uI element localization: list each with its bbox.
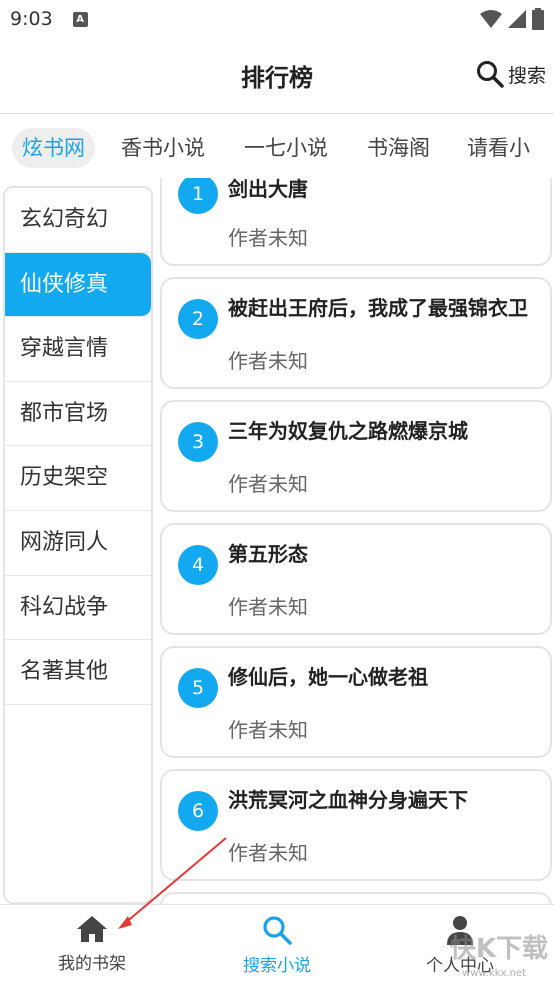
book-author: 作者未知 xyxy=(228,718,308,742)
source-tabs: 炫书网 香书小说 一七小说 书海阁 请看小 xyxy=(0,114,554,180)
book-card[interactable]: 4 第五形态 作者未知 xyxy=(160,523,552,635)
wifi-icon xyxy=(480,10,502,28)
tab-xuanshu[interactable]: 炫书网 xyxy=(12,128,95,168)
status-time: 9:03 xyxy=(10,8,53,30)
category-xuanhuan[interactable]: 玄幻奇幻 xyxy=(5,188,151,253)
rank-badge: 1 xyxy=(178,178,218,214)
rank-badge: 3 xyxy=(178,422,218,462)
book-author: 作者未知 xyxy=(228,595,308,619)
watermark: 快K下载 xyxy=(449,934,548,964)
book-author: 作者未知 xyxy=(228,472,308,496)
notification-icon: A xyxy=(72,11,88,27)
category-mingzhu[interactable]: 名著其他 xyxy=(5,640,151,705)
tab-yiqi[interactable]: 一七小说 xyxy=(244,128,328,168)
signal-icon xyxy=(508,10,526,28)
category-dushi[interactable]: 都市官场 xyxy=(5,382,151,447)
book-card[interactable]: 5 修仙后，她一心做老祖 作者未知 xyxy=(160,646,552,758)
book-card[interactable]: 6 洪荒冥河之血神分身遍天下 作者未知 xyxy=(160,769,552,881)
book-title: 修仙后，她一心做老祖 xyxy=(228,665,428,689)
category-chuanyue[interactable]: 穿越言情 xyxy=(5,317,151,382)
category-xianxia[interactable]: 仙侠修真 xyxy=(5,252,151,318)
book-list[interactable]: 1 剑出大唐 作者未知 2 被赶出王府后，我成了最强锦衣卫 作者未知 3 三年为… xyxy=(160,178,554,904)
rank-badge: 2 xyxy=(178,299,218,339)
book-author: 作者未知 xyxy=(228,841,308,865)
nav-label: 搜索小说 xyxy=(243,956,311,976)
book-author: 作者未知 xyxy=(228,226,308,250)
tab-xiangshu[interactable]: 香书小说 xyxy=(121,128,205,168)
category-wangyou[interactable]: 网游同人 xyxy=(5,511,151,576)
rank-badge: 4 xyxy=(178,545,218,585)
title-bar: 排行榜 搜索 xyxy=(0,38,554,114)
tab-shuhaige[interactable]: 书海阁 xyxy=(367,128,430,168)
battery-icon xyxy=(532,8,544,30)
book-title: 第五形态 xyxy=(228,542,308,566)
nav-search-novel[interactable]: 搜索小说 xyxy=(207,915,347,976)
search-label: 搜索 xyxy=(507,64,546,87)
tab-qingkan[interactable]: 请看小 xyxy=(467,128,530,168)
book-card-partial[interactable] xyxy=(160,892,552,904)
book-title: 被赶出王府后，我成了最强锦衣卫 xyxy=(228,296,528,320)
category-lishi[interactable]: 历史架空 xyxy=(5,446,151,511)
book-title: 剑出大唐 xyxy=(228,178,308,201)
page-title: 排行榜 xyxy=(241,64,313,92)
rank-badge: 6 xyxy=(178,791,218,831)
book-title: 洪荒冥河之血神分身遍天下 xyxy=(228,788,468,812)
book-title: 三年为奴复仇之路燃爆京城 xyxy=(228,419,468,443)
status-bar: 9:03 A xyxy=(0,0,554,38)
category-kehuan[interactable]: 科幻战争 xyxy=(5,576,151,641)
book-card[interactable]: 1 剑出大唐 作者未知 xyxy=(160,178,552,266)
status-icons xyxy=(480,8,544,30)
book-author: 作者未知 xyxy=(228,349,308,373)
watermark-url: www.kkx.net xyxy=(462,968,526,979)
search-button[interactable]: 搜索 xyxy=(476,60,546,88)
book-card[interactable]: 2 被赶出王府后，我成了最强锦衣卫 作者未知 xyxy=(160,277,552,389)
nav-label: 我的书架 xyxy=(58,954,126,974)
category-sidebar: 玄幻奇幻 仙侠修真 穿越言情 都市官场 历史架空 网游同人 科幻战争 名著其他 xyxy=(3,186,153,904)
home-icon xyxy=(77,916,107,942)
search-icon xyxy=(263,916,292,945)
rank-badge: 5 xyxy=(178,668,218,708)
book-card[interactable]: 3 三年为奴复仇之路燃爆京城 作者未知 xyxy=(160,400,552,512)
search-icon xyxy=(476,61,504,88)
nav-bookshelf[interactable]: 我的书架 xyxy=(22,915,162,974)
